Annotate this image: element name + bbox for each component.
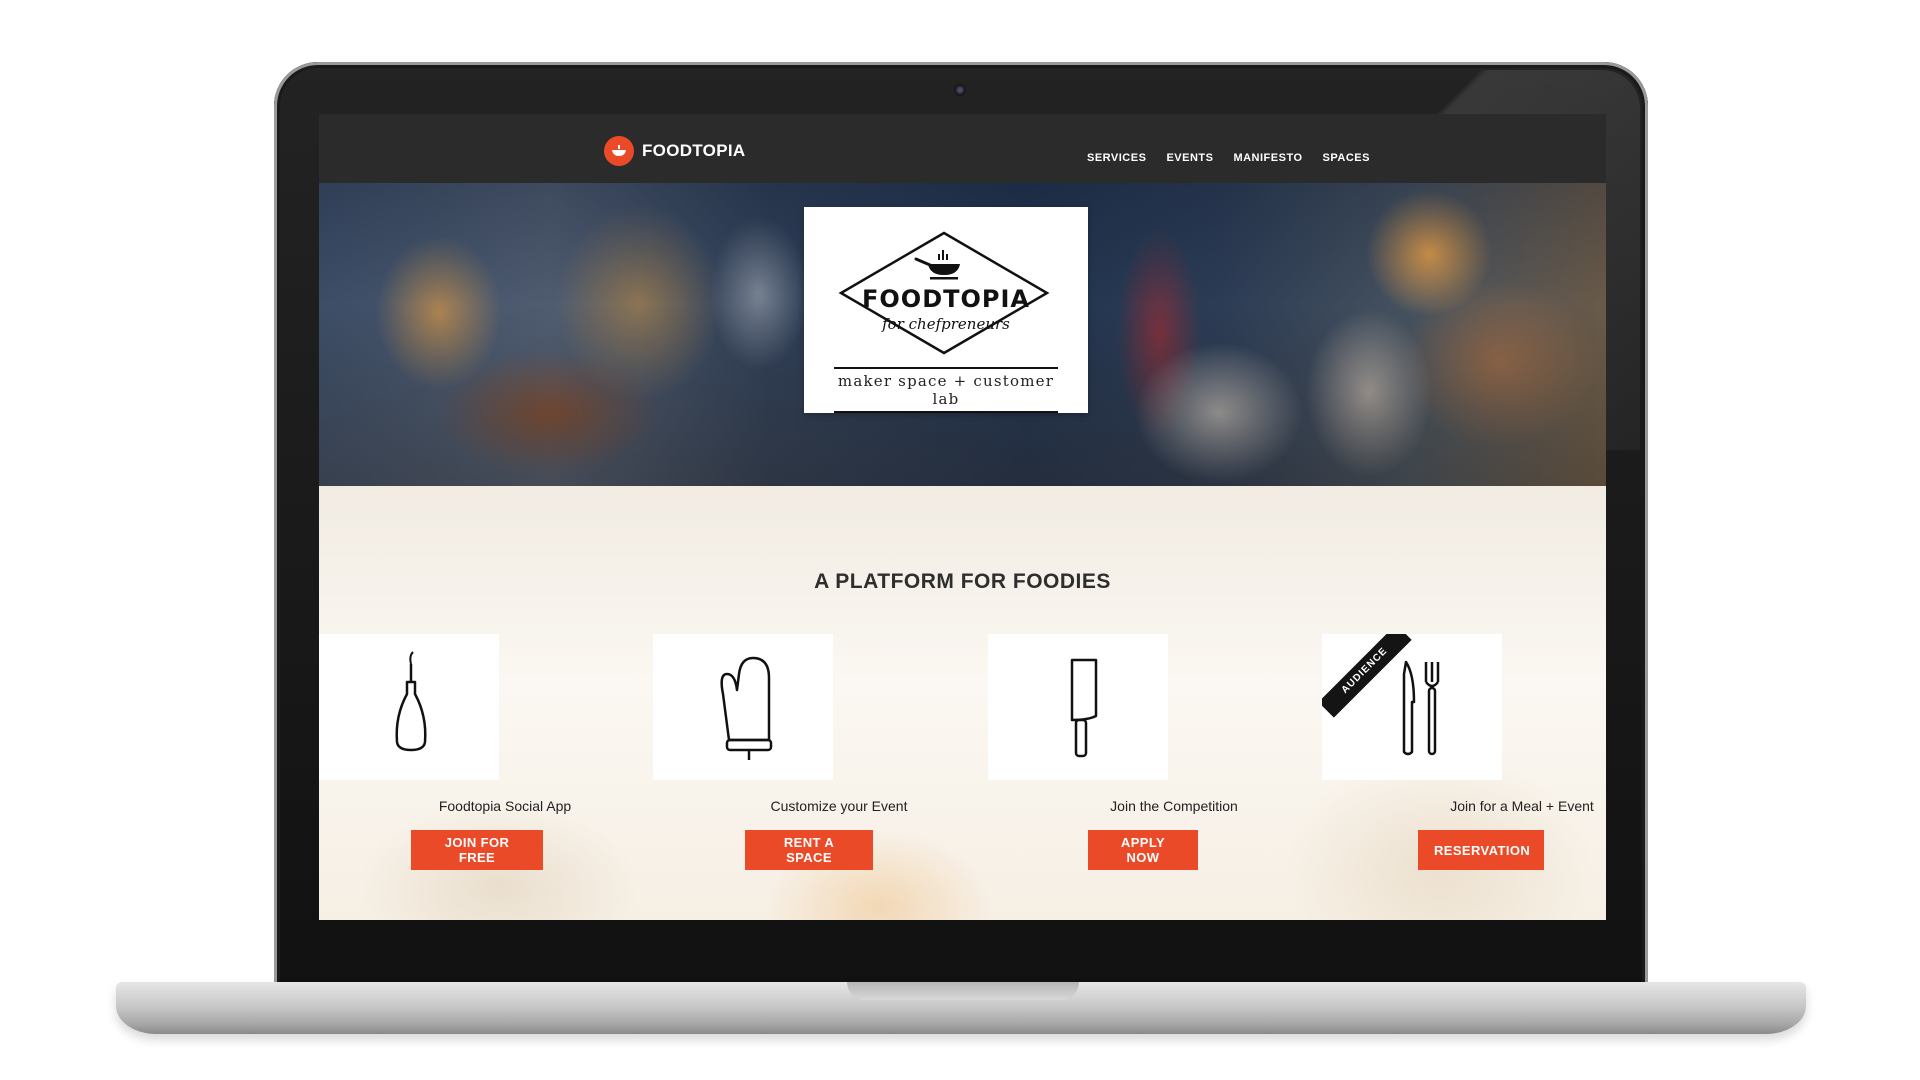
laptop-base (116, 982, 1806, 1034)
camera-icon (954, 84, 966, 96)
icon-box (653, 634, 833, 780)
hero-logo-card: FOODTOPIA for chefpreneurs maker space +… (804, 207, 1088, 413)
logo-text: FOODTOPIA (642, 141, 746, 160)
platform-section: A PLATFORM FOR FOODIES Foodtopia Social … (319, 486, 1606, 920)
nav-events[interactable]: EVENTS (1166, 152, 1213, 164)
navbar: FOODTOPIA SERVICES EVENTS MANIFESTO SPAC… (319, 114, 1606, 183)
hero-title: FOODTOPIA (862, 285, 1030, 313)
hero-script: for chefpreneurs (882, 315, 1010, 333)
knife-fork-icon (1402, 660, 1440, 756)
section-title: A PLATFORM FOR FOODIES (814, 570, 1111, 593)
oil-bottle-icon (395, 651, 427, 752)
icon-box (988, 634, 1168, 780)
bowl-icon (604, 136, 634, 166)
website-screen: FOODTOPIA SERVICES EVENTS MANIFESTO SPAC… (319, 114, 1606, 920)
nav-services[interactable]: SERVICES (1087, 152, 1146, 164)
apply-now-button[interactable]: APPLY NOW (1088, 830, 1198, 870)
feature-label: Customize your Event (770, 798, 908, 814)
rent-a-space-button[interactable]: RENT A SPACE (745, 830, 873, 870)
nav-manifesto[interactable]: MANIFESTO (1233, 152, 1302, 164)
feature-label: Join for a Meal + Event (1450, 798, 1594, 814)
cleaver-icon (1070, 658, 1098, 758)
icon-box (319, 634, 499, 780)
site-logo[interactable]: FOODTOPIA (604, 136, 745, 166)
feature-label: Join the Competition (1110, 798, 1238, 814)
nav-links: SERVICES EVENTS MANIFESTO SPACES (1087, 152, 1370, 164)
laptop-notch (847, 982, 1079, 1000)
reservation-button[interactable]: RESERVATION (1418, 830, 1544, 870)
join-for-free-button[interactable]: JOIN FOR FREE (411, 830, 543, 870)
nav-spaces[interactable]: SPACES (1323, 152, 1370, 164)
feature-label: Foodtopia Social App (438, 798, 572, 814)
hero-banner: FOODTOPIA for chefpreneurs maker space +… (319, 183, 1606, 486)
hero-tagline: maker space + customer lab (834, 367, 1058, 413)
oven-mitt-icon (720, 656, 773, 760)
icon-box: AUDIENCE (1322, 634, 1502, 780)
